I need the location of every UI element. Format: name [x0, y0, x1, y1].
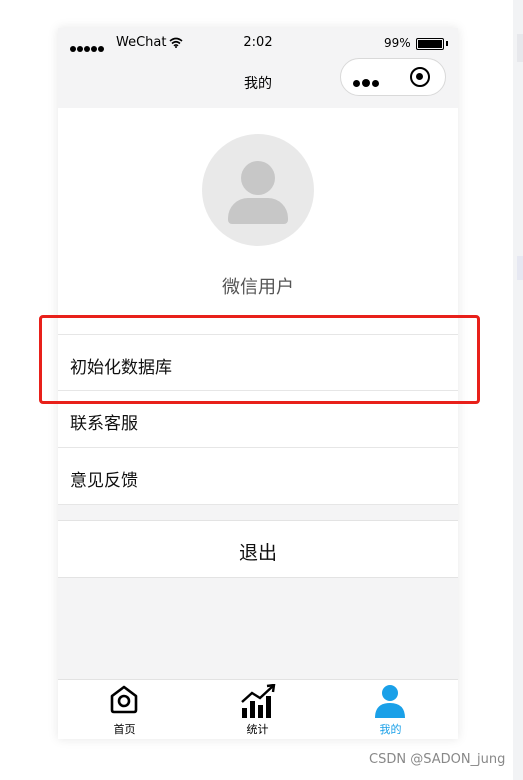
home-icon: [110, 685, 138, 714]
battery-percent: 99%: [384, 36, 411, 50]
menu-capsule: [340, 58, 446, 96]
tab-label: 我的: [379, 723, 402, 736]
menu-item-label: 意见反馈: [70, 471, 138, 491]
logout-button[interactable]: 退出: [58, 520, 458, 578]
status-bar: WeChat 2:02 99%: [58, 28, 458, 58]
editor-right-strip: [513, 0, 523, 780]
nav-bar: 我的: [58, 58, 458, 108]
more-icon[interactable]: [353, 72, 381, 91]
tab-bar: 首页 统计 我的: [58, 679, 458, 739]
avatar-head-shape: [241, 161, 275, 195]
user-nickname: 微信用户: [222, 277, 294, 298]
profile-section: 微信用户: [58, 108, 458, 334]
user-icon: [375, 685, 405, 718]
tab-label: 首页: [113, 723, 136, 736]
tab-label: 统计: [246, 723, 269, 736]
strip-mark: [517, 256, 523, 280]
avatar-body-shape: [228, 198, 288, 224]
battery-icon: [416, 38, 448, 50]
strip-mark: [517, 34, 523, 62]
menu-item-feedback[interactable]: 意见反馈: [58, 448, 458, 505]
menu-item-label: 联系客服: [70, 414, 138, 434]
logout-label: 退出: [238, 542, 277, 564]
close-target-icon[interactable]: [410, 67, 430, 87]
tab-home[interactable]: 首页: [58, 680, 191, 739]
tab-stats[interactable]: 统计: [191, 680, 324, 739]
annotation-highlight-box: [39, 315, 480, 404]
tab-mine[interactable]: 我的: [324, 680, 457, 739]
avatar[interactable]: [202, 134, 314, 246]
watermark: CSDN @SADON_jung: [369, 752, 506, 767]
stats-icon: [241, 684, 276, 718]
